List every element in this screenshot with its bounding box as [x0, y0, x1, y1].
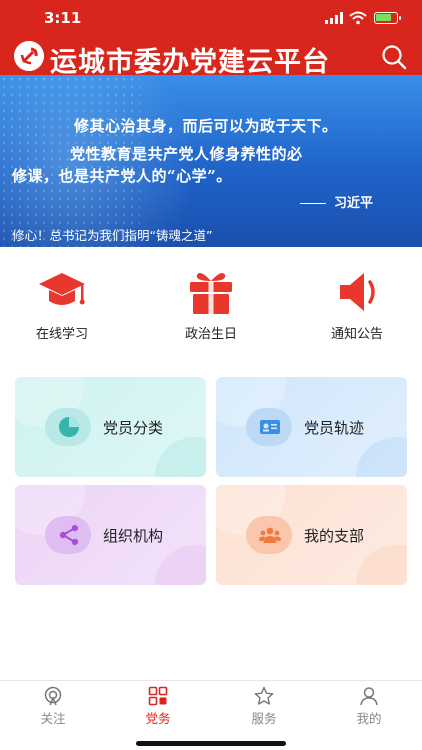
share-icon [59, 524, 79, 546]
banner-quote-line-2: 党性教育是共产党人修身养性的必 [70, 145, 303, 163]
battery-icon [374, 12, 401, 24]
banner-slide[interactable]: 修其心治其身，而后可以为政于天下。 党性教育是共产党人修身养性的必 修课，也是共… [0, 75, 422, 247]
title-bar: 运城市委办党建云平台 [0, 38, 422, 78]
quick-link-notice[interactable]: 通知公告 [307, 262, 407, 352]
card-member-track[interactable]: 党员轨迹 [216, 377, 407, 477]
banner-quote-line-1: 修其心治其身，而后可以为政于天下。 [74, 117, 338, 135]
card-organization[interactable]: 组织机构 [15, 485, 206, 585]
quick-links: 在线学习 政治生日 通知公告 [0, 262, 422, 352]
tab-mine[interactable]: 我的 [329, 684, 409, 728]
tab-label: 党务 [145, 711, 171, 726]
card-label: 党员分类 [103, 419, 164, 437]
quick-link-online-study[interactable]: 在线学习 [12, 262, 112, 352]
app-title: 运城市委办党建云平台 [50, 47, 330, 78]
megaphone-icon [340, 273, 375, 311]
id-card-icon [260, 420, 280, 434]
group-icon [258, 527, 282, 543]
banner-author: 习近平 [300, 192, 373, 211]
card-label: 组织机构 [103, 527, 164, 545]
quick-link-label: 在线学习 [35, 327, 88, 342]
wifi-icon [349, 11, 367, 25]
graduation-cap-icon [39, 273, 85, 305]
status-time: 3:11 [44, 9, 82, 27]
tab-label: 关注 [40, 711, 66, 726]
home-indicator [136, 741, 286, 746]
tab-follow[interactable]: 关注 [13, 684, 93, 728]
card-member-category[interactable]: 党员分类 [15, 377, 206, 477]
tab-label: 服务 [251, 711, 277, 726]
search-icon[interactable] [380, 43, 408, 71]
status-bar: 3:11 [0, 0, 422, 36]
user-icon [360, 687, 378, 706]
banner-caption: 修心！总书记为我们指明“铸魂之道” [12, 228, 213, 243]
app-header: 3:11 运城市委办党建云平台 [0, 0, 422, 78]
card-label: 我的支部 [304, 527, 365, 545]
party-emblem-icon [14, 41, 44, 71]
quick-link-label: 通知公告 [330, 327, 383, 342]
broadcast-icon [44, 686, 62, 706]
tab-label: 我的 [356, 711, 382, 726]
quick-link-political-birthday[interactable]: 政治生日 [161, 262, 261, 352]
quick-link-label: 政治生日 [184, 327, 237, 342]
star-icon [254, 686, 274, 705]
grid-icon [148, 686, 168, 706]
card-my-branch[interactable]: 我的支部 [216, 485, 407, 585]
pie-chart-icon [59, 417, 79, 437]
cellular-signal-icon [325, 12, 343, 24]
card-label: 党员轨迹 [304, 419, 365, 437]
tab-bar: 关注 党务 服务 我的 [0, 680, 422, 750]
tab-party-affairs[interactable]: 党务 [118, 684, 198, 728]
banner-quote-line-3: 修课，也是共产党人的“心学”。 [12, 167, 232, 185]
tab-service[interactable]: 服务 [224, 684, 304, 728]
gift-icon [190, 273, 232, 314]
